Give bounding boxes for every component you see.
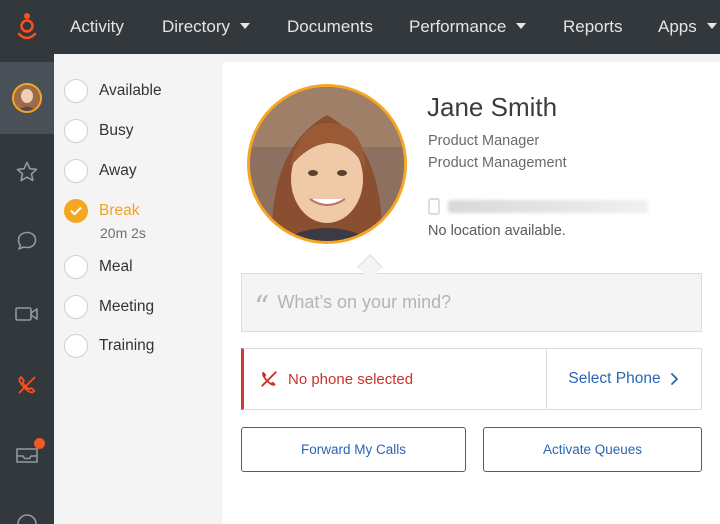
status-busy[interactable]: Busy (64, 119, 133, 143)
chevron-right-icon (670, 373, 678, 385)
redacted-phone-number (448, 200, 648, 213)
nav-documents-label: Documents (287, 17, 373, 36)
avatar (12, 83, 42, 113)
nav-directory[interactable]: Directory (162, 0, 251, 54)
status-label: Away (99, 162, 137, 179)
radio-button[interactable] (64, 159, 88, 183)
status-available[interactable]: Available (64, 79, 162, 103)
nav-performance-label: Performance (409, 17, 507, 36)
rail-phone[interactable] (0, 351, 54, 419)
phone-status-box: No phone selected Select Phone (241, 348, 702, 410)
profile-department: Product Management (428, 155, 567, 171)
status-break[interactable]: Break (64, 199, 140, 223)
profile-name: Jane Smith (427, 92, 558, 122)
status-label: Meal (99, 258, 133, 275)
genesys-logo-icon[interactable] (0, 0, 54, 54)
radio-button-checked[interactable] (64, 199, 88, 223)
check-icon (70, 207, 82, 216)
radio-button[interactable] (64, 334, 88, 358)
status-label: Training (99, 337, 155, 354)
no-phone-text: No phone selected (288, 370, 414, 388)
chevron-down-icon (706, 23, 717, 30)
inbox-icon (14, 437, 45, 470)
chevron-down-icon (516, 23, 527, 30)
nav-directory-label: Directory (162, 17, 231, 36)
profile-main: Jane Smith Product Manager Product Manag… (223, 62, 720, 524)
profile-title: Product Manager (428, 133, 540, 149)
star-icon (16, 161, 38, 182)
radio-button[interactable] (64, 295, 88, 319)
nav-apps[interactable]: Apps (658, 0, 717, 54)
left-rail (0, 54, 54, 524)
radio-button[interactable] (64, 79, 88, 103)
status-meal[interactable]: Meal (64, 255, 133, 279)
activate-queues-button[interactable]: Activate Queues (483, 427, 702, 472)
rail-video[interactable] (0, 280, 54, 348)
status-meeting[interactable]: Meeting (64, 295, 154, 319)
mobile-phone-icon (428, 198, 440, 215)
rail-favorites[interactable] (0, 138, 54, 206)
chat-icon (17, 231, 37, 250)
radio-button[interactable] (64, 255, 88, 279)
status-post-input[interactable]: “ What’s on your mind? (241, 273, 702, 332)
phone-icon (18, 376, 36, 394)
nav-apps-label: Apps (658, 17, 697, 36)
status-label: Available (99, 82, 162, 99)
video-icon (15, 307, 38, 321)
rail-help[interactable] (0, 494, 54, 524)
profile-location: No location available. (428, 223, 566, 239)
nav-activity[interactable]: Activity (70, 0, 124, 54)
break-duration: 20m 2s (100, 225, 146, 241)
forward-calls-button[interactable]: Forward My Calls (241, 427, 466, 472)
status-label: Busy (99, 122, 134, 139)
top-navigation: Activity Directory Documents Performance… (0, 0, 720, 54)
profile-photo[interactable] (247, 84, 407, 244)
rail-inbox[interactable] (0, 422, 54, 490)
profile-phone-line (428, 197, 688, 215)
rail-chat[interactable] (0, 207, 54, 275)
notification-badge (34, 437, 45, 449)
rail-profile[interactable] (0, 62, 54, 134)
status-post-placeholder: What’s on your mind? (277, 292, 452, 312)
status-label: Meeting (99, 298, 155, 315)
status-label: Break (99, 202, 140, 219)
nav-reports-label: Reports (563, 17, 623, 36)
nav-reports[interactable]: Reports (563, 0, 623, 54)
nav-performance[interactable]: Performance (409, 0, 527, 54)
status-training[interactable]: Training (64, 334, 154, 358)
presence-panel: Available Busy Away Break 20m 2s Meal Me… (54, 62, 223, 524)
select-phone-button[interactable]: Select Phone (547, 349, 702, 409)
no-phone-indicator: No phone selected (258, 349, 413, 409)
status-away[interactable]: Away (64, 159, 137, 183)
radio-button[interactable] (64, 119, 88, 143)
nav-activity-label: Activity (70, 17, 124, 36)
nav-documents[interactable]: Documents (287, 0, 373, 54)
quote-icon: “ (254, 289, 270, 325)
select-phone-label: Select Phone (568, 370, 661, 387)
chevron-down-icon (240, 23, 251, 30)
help-icon (17, 514, 37, 524)
phone-disabled-icon (261, 371, 277, 387)
